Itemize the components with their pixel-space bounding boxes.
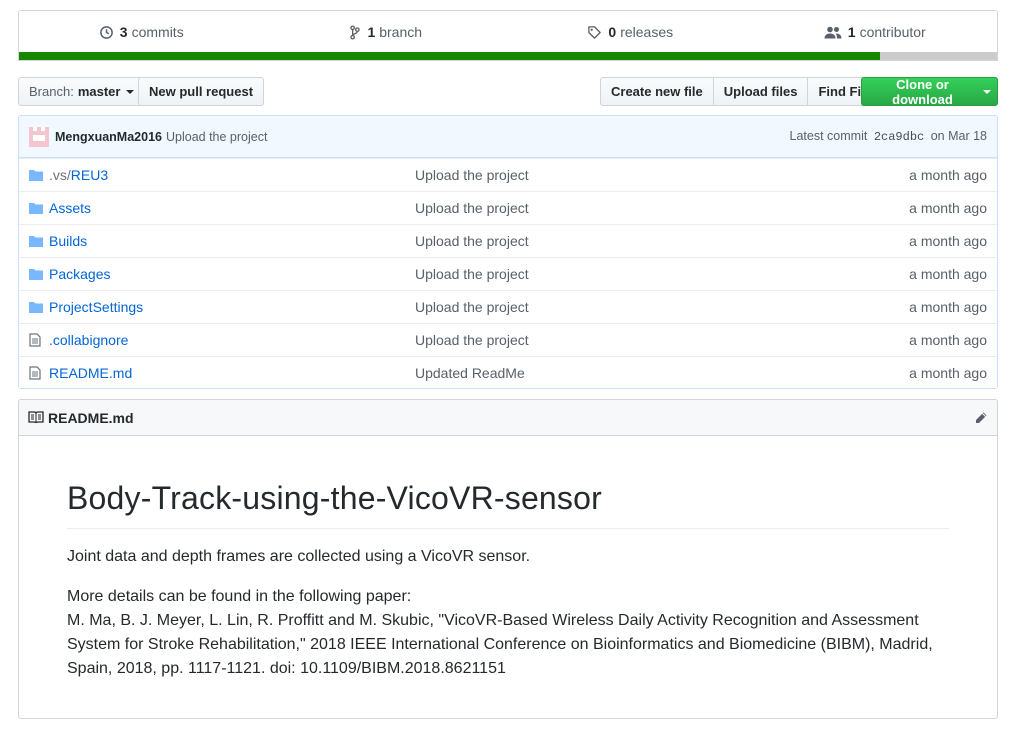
language-bar-secondary[interactable]: [879, 52, 997, 60]
branch-name: master: [77, 84, 121, 99]
commits-link[interactable]: 3 commits: [19, 11, 264, 53]
folder-icon: [29, 202, 47, 214]
readme-filename: README.md: [48, 409, 134, 426]
table-row: ProjectSettings Upload the project a mon…: [19, 290, 997, 323]
contributors-label: contributor: [859, 24, 926, 40]
latest-commit-info: Latest commit 2ca9dbc on Mar 18: [790, 129, 987, 144]
clone-or-download-button[interactable]: Clone or download: [861, 76, 998, 107]
clone-or-download-label: Clone or download: [892, 76, 953, 107]
readme-title: Body-Track-using-the-VicoVR-sensor: [67, 480, 949, 529]
new-pull-request-button[interactable]: New pull request: [138, 77, 265, 106]
commit-tease: MengxuanMa2016 Upload the project Latest…: [19, 116, 997, 158]
readme-text: More details can be found in the followi…: [67, 588, 412, 605]
contributors-count: 1: [847, 24, 856, 40]
commit-sha-link[interactable]: 2ca9dbc: [874, 130, 924, 144]
book-icon: [28, 411, 44, 424]
branches-count: 1: [367, 24, 376, 40]
avatar[interactable]: [29, 126, 49, 147]
releases-count: 0: [608, 24, 617, 40]
language-bar[interactable]: [19, 52, 997, 60]
upload-files-button[interactable]: Upload files: [712, 77, 809, 106]
create-new-file-button[interactable]: Create new file: [600, 77, 714, 106]
contributors-link[interactable]: 1 contributor: [753, 11, 998, 53]
branch-select-button[interactable]: Branch: master: [18, 77, 146, 106]
releases-label: releases: [620, 24, 674, 40]
file-name-link[interactable]: Builds: [49, 233, 415, 249]
latest-commit-label: Latest commit: [789, 129, 868, 143]
readme-citation: M. Ma, B. J. Meyer, L. Lin, R. Proffitt …: [67, 612, 933, 677]
file-commit-message[interactable]: Upload the project: [415, 332, 909, 348]
branch-prefix: Branch:: [29, 84, 74, 99]
file-age: a month ago: [909, 200, 987, 216]
caret-down-icon: [126, 89, 135, 94]
file-commit-message[interactable]: Upload the project: [415, 167, 909, 183]
file-commit-message[interactable]: Upload the project: [415, 233, 909, 249]
table-row: Builds Upload the project a month ago: [19, 224, 997, 257]
file-age: a month ago: [909, 167, 987, 183]
repo-summary: 3 commits 1 branch 0 releases 1 contribu…: [18, 10, 998, 61]
folder-icon: [29, 301, 47, 313]
table-row: README.md Updated ReadMe a month ago: [19, 356, 997, 388]
file-name-link[interactable]: ProjectSettings: [49, 299, 415, 315]
branch-icon: [350, 24, 361, 40]
commit-author-link[interactable]: MengxuanMa2016: [55, 130, 162, 144]
file-name-link[interactable]: README.md: [49, 365, 415, 381]
file-icon: [29, 333, 47, 347]
commits-count: 3: [119, 24, 128, 40]
pencil-icon[interactable]: [974, 411, 988, 425]
history-icon: [99, 25, 113, 39]
language-bar-primary[interactable]: [19, 52, 880, 60]
file-name-link[interactable]: Packages: [49, 266, 415, 282]
people-icon: [824, 26, 842, 38]
table-row: Packages Upload the project a month ago: [19, 257, 997, 290]
file-actions-group: Create new file Upload files Find File: [600, 77, 883, 106]
branches-label: branch: [379, 24, 423, 40]
file-age: a month ago: [909, 266, 987, 282]
folder-icon: [29, 235, 47, 247]
readme-header: README.md: [19, 400, 997, 436]
branches-link[interactable]: 1 branch: [264, 11, 509, 53]
commit-date: on Mar 18: [930, 129, 987, 143]
file-commit-message[interactable]: Updated ReadMe: [415, 365, 909, 381]
folder-icon: [29, 268, 47, 280]
file-age: a month ago: [909, 365, 987, 381]
tag-icon: [588, 25, 602, 39]
table-row: Assets Upload the project a month ago: [19, 191, 997, 224]
releases-link[interactable]: 0 releases: [508, 11, 753, 53]
file-age: a month ago: [909, 233, 987, 249]
readme-paragraph: Joint data and depth frames are collecte…: [67, 548, 531, 565]
file-list: MengxuanMa2016 Upload the project Latest…: [18, 115, 998, 389]
file-name-link[interactable]: .collabignore: [49, 332, 415, 348]
file-commit-message[interactable]: Upload the project: [415, 200, 909, 216]
commit-message-link[interactable]: Upload the project: [166, 130, 267, 144]
readme-paragraph: More details can be found in the followi…: [67, 585, 949, 681]
table-row: .collabignore Upload the project a month…: [19, 323, 997, 356]
commits-label: commits: [131, 24, 184, 40]
folder-icon: [29, 169, 47, 181]
file-name-link[interactable]: Assets: [49, 200, 415, 216]
readme-content: Body-Track-using-the-VicoVR-sensor Joint…: [19, 480, 997, 681]
file-icon: [29, 366, 47, 380]
readme-panel: README.md Body-Track-using-the-VicoVR-se…: [18, 399, 998, 719]
file-commit-message[interactable]: Upload the project: [415, 266, 909, 282]
caret-down-icon: [983, 89, 991, 94]
file-age: a month ago: [909, 299, 987, 315]
file-commit-message[interactable]: Upload the project: [415, 299, 909, 315]
file-name-link[interactable]: .vs/REU3: [49, 167, 108, 183]
table-row: .vs/REU3 Upload the project a month ago: [19, 158, 997, 191]
file-age: a month ago: [909, 332, 987, 348]
